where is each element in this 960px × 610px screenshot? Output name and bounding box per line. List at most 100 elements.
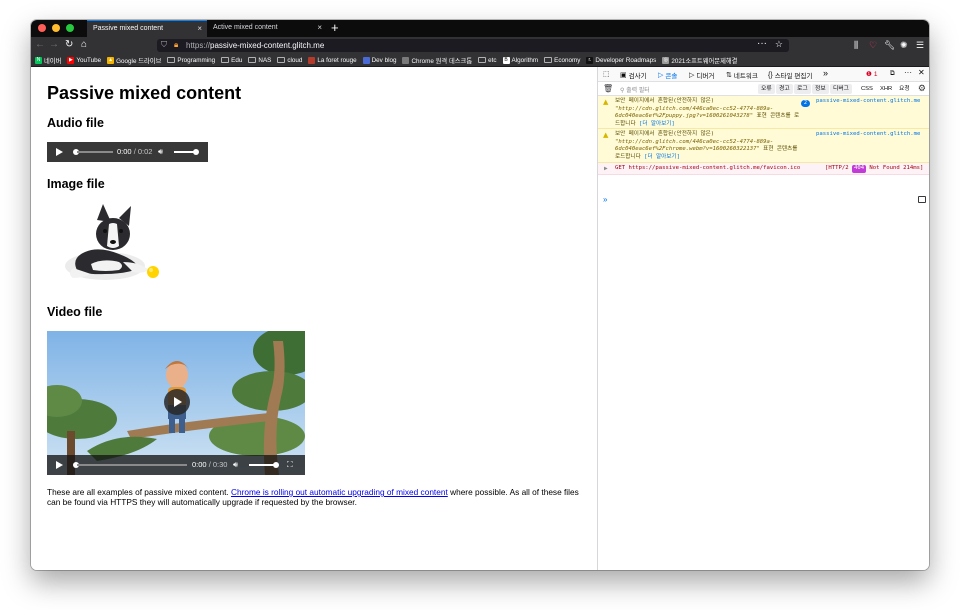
library-icon[interactable]: ⫼ <box>854 40 858 51</box>
close-tab-icon[interactable]: × <box>317 23 322 32</box>
repeat-count-badge: 2 <box>801 100 810 107</box>
video-volume-handle[interactable] <box>273 462 279 468</box>
audio-player[interactable]: 0:00 / 0:02 🔊︎ <box>47 142 208 162</box>
mixed-content-lock-icon[interactable]: 🔒︎ <box>174 40 178 50</box>
message-source-link[interactable]: passive-mixed-content.glitch.me <box>816 131 920 139</box>
console-settings-gear-icon[interactable]: ⚙ <box>918 83 926 94</box>
filter-output-input[interactable]: ⚲ 출력 필터 <box>620 85 650 94</box>
bookmark-item[interactable]: N 네이버 <box>35 56 61 65</box>
bookmark-label: La foret rouge <box>317 56 357 64</box>
pocket-icon[interactable]: ♡ <box>869 40 877 51</box>
filter-warnings[interactable]: 경고 <box>776 84 793 94</box>
video-seek-track[interactable] <box>77 464 187 466</box>
bookmark-item[interactable]: ▶ YouTube <box>67 56 102 64</box>
filter-logs[interactable]: 로그 <box>794 84 811 94</box>
minimize-window-button[interactable] <box>52 24 60 32</box>
fullscreen-icon[interactable]: ⛶ <box>287 460 293 470</box>
bookmark-item[interactable]: Edu <box>221 57 242 64</box>
clear-console-icon[interactable]: 🗑︎ <box>603 84 613 93</box>
bookmark-star-icon[interactable]: ☆ <box>775 39 783 50</box>
audio-volume-handle[interactable] <box>193 149 199 155</box>
address-bar[interactable]: ⛉ 🔒︎ https://passive-mixed-content.glitc… <box>157 38 789 52</box>
bookmark-item[interactable]: Economy <box>544 57 580 64</box>
devtools-menu-icon[interactable]: ··· <box>904 68 912 77</box>
back-arrow-icon[interactable]: ← <box>35 39 45 51</box>
video-heading: Video file <box>47 305 103 319</box>
mixed-content-upgrade-link[interactable]: Chrome is rolling out automatic upgradin… <box>231 487 448 497</box>
tab-style-editor[interactable]: {} 스타일 편집기 <box>768 70 812 81</box>
element-picker-icon[interactable]: ⬚ <box>603 70 610 78</box>
image-heading: Image file <box>47 177 105 191</box>
bookmark-item[interactable]: Programming <box>167 57 215 64</box>
message-source-link[interactable]: passive-mixed-content.glitch.me <box>816 98 920 106</box>
filter-info[interactable]: 정보 <box>812 84 829 94</box>
wrench-icon[interactable]: 🔧︎ <box>884 40 895 51</box>
video-big-play-icon[interactable] <box>164 389 190 415</box>
learn-more-link[interactable]: [더 알아보기] <box>644 154 680 160</box>
video-player[interactable]: 0:00 / 0:30 🔊︎ ⛶ <box>47 331 305 475</box>
home-icon[interactable]: ⌂ <box>81 39 87 51</box>
bookmark-item[interactable]: cloud <box>277 57 302 64</box>
bookmark-item[interactable]: NAS <box>248 57 271 64</box>
console-warning-message[interactable]: ▲ 보안 페이지에서 혼합된(안전하지 않은) "http://cdn.glit… <box>598 96 929 129</box>
play-icon[interactable] <box>56 148 63 156</box>
video-volume-slider[interactable] <box>249 464 275 466</box>
play-icon[interactable] <box>56 461 63 469</box>
dock-icon[interactable]: ⧉ <box>890 70 895 78</box>
console-error-message[interactable]: ▶ GET https://passive-mixed-content.glit… <box>598 163 929 175</box>
expand-arrow-icon[interactable]: ▶ <box>604 165 608 173</box>
tab-title: Passive mixed content <box>93 25 164 32</box>
console-input-prompt[interactable]: » <box>603 195 607 204</box>
style-editor-icon: {} <box>768 71 773 79</box>
filter-requests[interactable]: 요청 <box>896 84 913 94</box>
learn-more-link[interactable]: [더 알아보기] <box>639 121 675 127</box>
bookmark-label: Chrome 원격 데스크톱 <box>411 57 473 65</box>
bookmark-favicon-icon: N <box>35 56 42 64</box>
tab-passive-mixed-content[interactable]: Passive mixed content × <box>87 20 207 37</box>
filter-errors[interactable]: 오류 <box>758 84 775 94</box>
tracking-shield-icon[interactable]: ⛉ <box>161 40 167 50</box>
folder-icon <box>167 57 176 63</box>
bookmark-item[interactable]: ◎ 2021소프트웨어문제해결 <box>662 56 737 65</box>
tab-inspector[interactable]: ▣ 검사기 <box>620 70 647 80</box>
bookmark-item[interactable]: r. Developer Roadmaps <box>586 56 656 64</box>
bookmark-favicon-icon: ◎ <box>662 56 670 64</box>
new-tab-button[interactable]: + <box>331 20 339 35</box>
bookmark-item[interactable]: Dev blog <box>362 56 396 64</box>
warning-text: 보안 페이지에서 혼합된(안전하지 않은) "http://cdn.glitch… <box>615 98 800 127</box>
close-window-button[interactable] <box>38 24 46 32</box>
bookmark-item[interactable]: ▲ Google 드라이브 <box>107 56 161 65</box>
close-devtools-icon[interactable]: ✕ <box>918 68 925 77</box>
audio-time: 0:00 / 0:02 <box>117 147 153 156</box>
filter-xhr[interactable]: XHR <box>877 84 895 94</box>
volume-icon[interactable]: 🔊︎ <box>158 147 163 157</box>
audio-heading: Audio file <box>47 116 104 130</box>
tab-network[interactable]: ⇅ 네트워크 <box>726 70 758 80</box>
filter-css[interactable]: CSS <box>858 84 876 94</box>
forward-arrow-icon[interactable]: → <box>49 39 59 51</box>
bookmark-item[interactable]: La foret rouge <box>308 56 357 64</box>
volume-icon[interactable]: 🔊︎ <box>233 460 238 470</box>
bookmark-item[interactable]: Chrome 원격 데스크톱 <box>402 56 472 65</box>
extension-icon[interactable]: ✺ <box>900 40 908 51</box>
more-tabs-icon[interactable]: » <box>823 68 828 78</box>
filter-debug[interactable]: 디버그 <box>830 84 852 94</box>
audio-seek-track[interactable] <box>77 151 113 153</box>
tab-debugger[interactable]: ▷ 디버거 <box>689 70 714 80</box>
bookmark-item[interactable]: etc <box>478 57 497 64</box>
bookmark-label: NAS <box>258 56 272 64</box>
bookmark-item[interactable]: B Algorithm <box>502 56 538 64</box>
zoom-window-button[interactable] <box>66 24 74 32</box>
close-tab-icon[interactable]: × <box>197 24 202 33</box>
description-paragraph: These are all examples of passive mixed … <box>47 487 579 508</box>
error-count-badge[interactable]: ❶1 <box>866 70 877 79</box>
hamburger-menu-icon[interactable]: ☰ <box>916 40 924 51</box>
page-actions-icon[interactable]: ··· <box>757 38 767 49</box>
reload-icon[interactable]: ↻ <box>65 39 73 51</box>
tab-console[interactable]: ▷ 콘솔 <box>658 70 677 80</box>
console-warning-message[interactable]: ▲ 보안 페이지에서 혼합된(안전하지 않은) "http://cdn.glit… <box>598 129 929 163</box>
split-console-icon[interactable] <box>918 196 926 203</box>
bookmark-favicon-icon <box>402 56 410 64</box>
tab-active-mixed-content[interactable]: Active mixed content × <box>207 20 327 37</box>
bookmark-label: YouTube <box>76 56 102 64</box>
